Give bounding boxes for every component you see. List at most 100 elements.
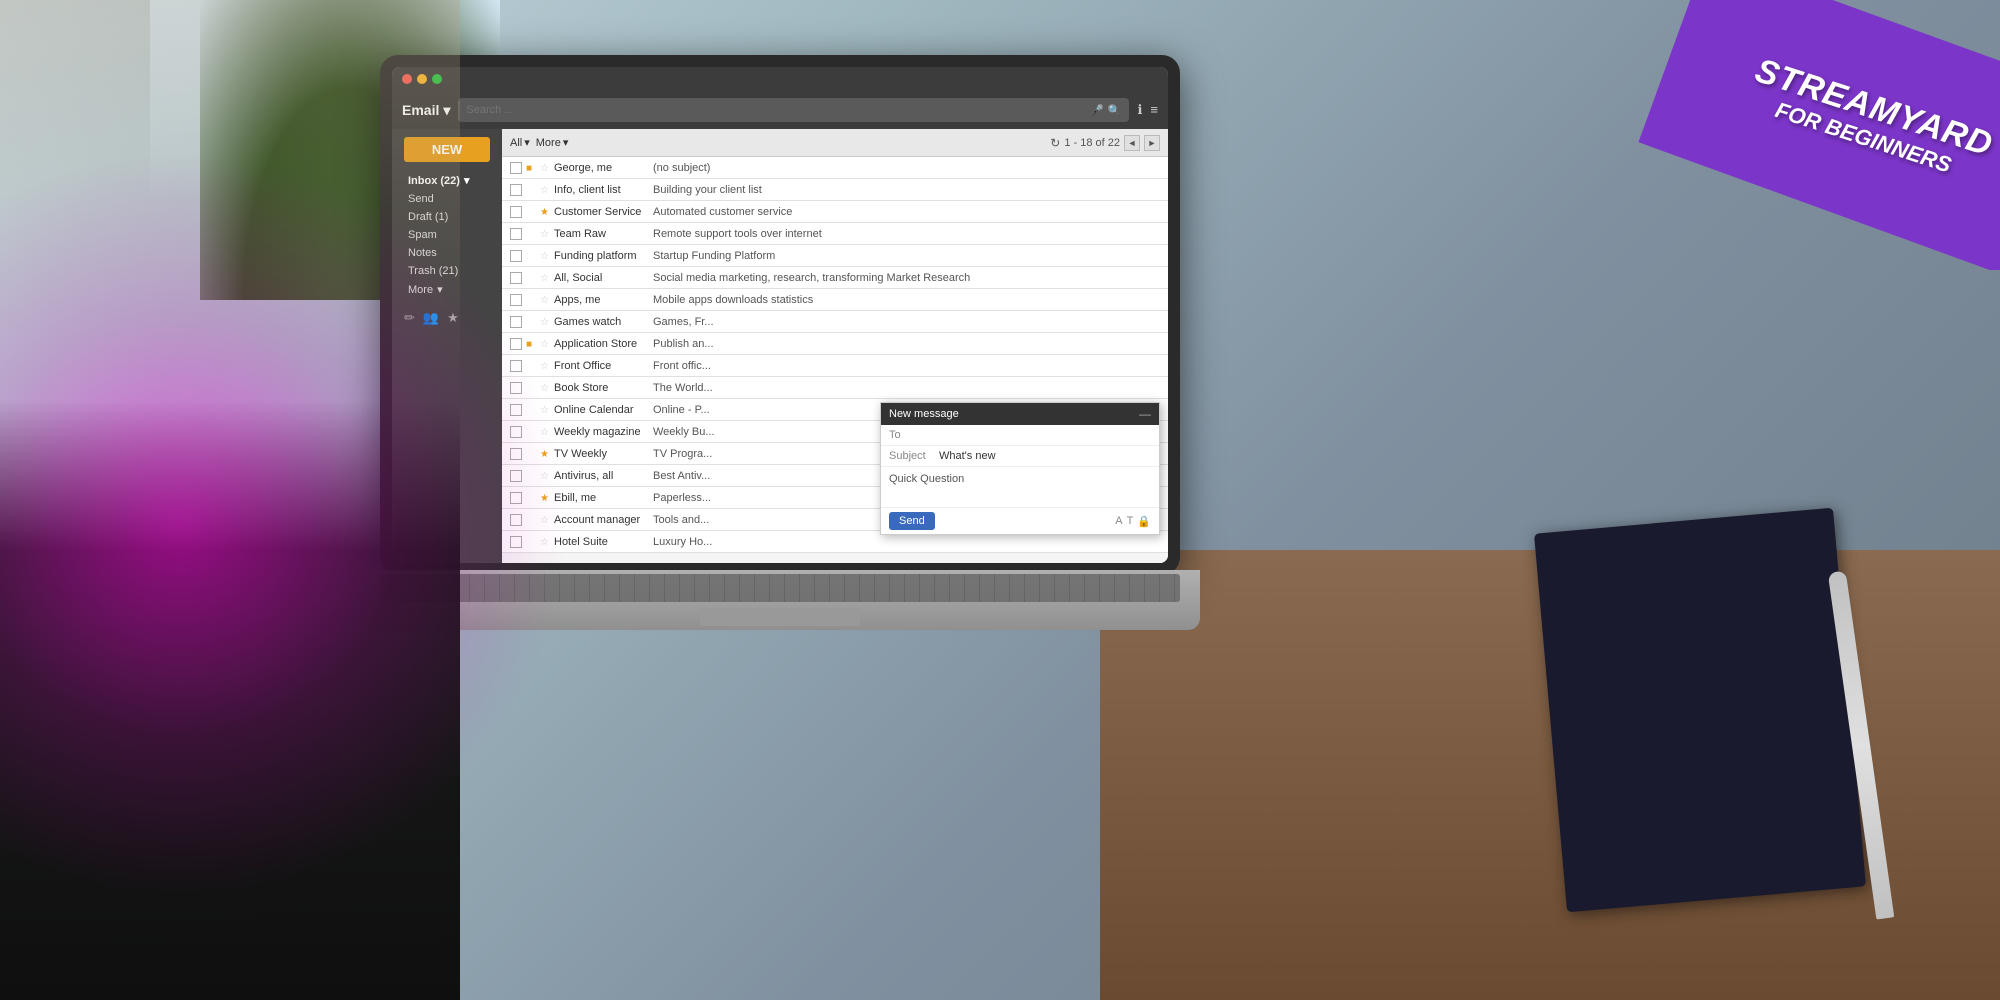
row-star[interactable]: ☆ (540, 537, 550, 547)
row-tag: ■ (526, 339, 536, 349)
row-checkbox[interactable] (510, 228, 522, 240)
row-tag: ■ (526, 515, 536, 525)
row-tag: ■ (526, 229, 536, 239)
table-row[interactable]: ■ ☆ Funding platform Startup Funding Pla… (502, 245, 1168, 267)
send-button[interactable]: Send (889, 512, 935, 530)
row-checkbox[interactable] (510, 338, 522, 350)
all-label: All (510, 137, 522, 149)
row-checkbox[interactable] (510, 250, 522, 262)
footer-icons: A T 🔒 (1115, 515, 1151, 528)
row-checkbox[interactable] (510, 536, 522, 548)
format-t-icon[interactable]: T (1127, 515, 1134, 528)
row-checkbox[interactable] (510, 294, 522, 306)
to-input[interactable] (939, 429, 1151, 441)
row-star[interactable]: ☆ (540, 317, 550, 327)
row-tag: ■ (526, 383, 536, 393)
popup-body[interactable]: Quick Question (881, 467, 1159, 507)
row-checkbox[interactable] (510, 316, 522, 328)
popup-title: New message (889, 408, 959, 420)
row-star[interactable]: ☆ (540, 273, 550, 283)
row-checkbox[interactable] (510, 272, 522, 284)
row-star[interactable]: ☆ (540, 339, 550, 349)
row-tag: ■ (526, 251, 536, 261)
table-row[interactable]: ■ ★ Customer Service Automated customer … (502, 201, 1168, 223)
table-row[interactable]: ■ ☆ Application Store Publish an... (502, 333, 1168, 355)
row-tag: ■ (526, 405, 536, 415)
row-tag: ■ (526, 471, 536, 481)
all-dropdown[interactable]: All ▾ (510, 136, 530, 149)
row-sender: Info, client list (554, 184, 649, 196)
search-bar[interactable]: 🎤 🔍 (458, 98, 1129, 122)
banner-container: STREAMYARD FOR BEGINNERS (1630, 0, 2000, 270)
row-star[interactable]: ★ (540, 493, 550, 503)
row-subject: Social media marketing, research, transf… (653, 272, 1160, 284)
popup-close-icon[interactable]: — (1139, 407, 1151, 421)
row-sender: Weekly magazine (554, 426, 649, 438)
table-row[interactable]: ■ ☆ George, me (no subject) (502, 157, 1168, 179)
row-checkbox[interactable] (510, 470, 522, 482)
more-dropdown[interactable]: More ▾ (536, 136, 569, 149)
refresh-icon[interactable]: ↻ (1050, 136, 1060, 150)
row-star[interactable]: ★ (540, 449, 550, 459)
row-sender: Apps, me (554, 294, 649, 306)
row-subject: Remote support tools over internet (653, 228, 1160, 240)
row-star[interactable]: ☆ (540, 427, 550, 437)
row-subject: Games, Fr... (653, 316, 1160, 328)
menu-icon[interactable]: ≡ (1150, 102, 1158, 118)
row-star[interactable]: ★ (540, 207, 550, 217)
popup-to-field[interactable]: To (881, 425, 1159, 446)
table-row[interactable]: ■ ☆ Info, client list Building your clie… (502, 179, 1168, 201)
format-a-icon[interactable]: A (1115, 515, 1122, 528)
prev-page-btn[interactable]: ◄ (1124, 135, 1140, 151)
row-star[interactable]: ☆ (540, 361, 550, 371)
row-tag: ■ (526, 295, 536, 305)
pagination-text: 1 - 18 of 22 (1064, 137, 1120, 149)
row-star[interactable]: ☆ (540, 229, 550, 239)
row-star[interactable]: ☆ (540, 295, 550, 305)
header-icons: ℹ ≡ (1137, 102, 1158, 118)
row-checkbox[interactable] (510, 426, 522, 438)
laptop: Email ▾ 🎤 🔍 ℹ ≡ (380, 55, 1180, 615)
row-star[interactable]: ☆ (540, 163, 550, 173)
laptop-screen: Email ▾ 🎤 🔍 ℹ ≡ (380, 55, 1180, 575)
row-star[interactable]: ☆ (540, 515, 550, 525)
row-checkbox[interactable] (510, 184, 522, 196)
row-checkbox[interactable] (510, 492, 522, 504)
row-sender: Account manager (554, 514, 649, 526)
row-tag: ■ (526, 273, 536, 283)
popup-subject-field[interactable]: Subject What's new (881, 446, 1159, 467)
next-page-btn[interactable]: ► (1144, 135, 1160, 151)
row-checkbox[interactable] (510, 162, 522, 174)
table-row[interactable]: ■ ☆ Apps, me Mobile apps downloads stati… (502, 289, 1168, 311)
row-checkbox[interactable] (510, 404, 522, 416)
row-checkbox[interactable] (510, 206, 522, 218)
table-row[interactable]: ■ ☆ Games watch Games, Fr... (502, 311, 1168, 333)
row-checkbox[interactable] (510, 382, 522, 394)
mic-icon[interactable]: 🎤 (1090, 104, 1104, 117)
trackpad[interactable] (700, 608, 860, 626)
table-row[interactable]: ■ ☆ Front Office Front offic... (502, 355, 1168, 377)
row-checkbox[interactable] (510, 360, 522, 372)
row-checkbox[interactable] (510, 448, 522, 460)
search-input[interactable] (466, 104, 1090, 116)
people-area (0, 0, 460, 1000)
table-row[interactable]: ■ ☆ Book Store The World... (502, 377, 1168, 399)
more-dropdown-arrow: ▾ (563, 136, 569, 149)
row-sender: All, Social (554, 272, 649, 284)
row-star[interactable]: ☆ (540, 383, 550, 393)
row-star[interactable]: ☆ (540, 185, 550, 195)
row-checkbox[interactable] (510, 514, 522, 526)
search-icon[interactable]: 🔍 (1108, 104, 1122, 117)
row-star[interactable]: ☆ (540, 471, 550, 481)
row-star[interactable]: ☆ (540, 405, 550, 415)
row-sender: Hotel Suite (554, 536, 649, 548)
table-row[interactable]: ■ ☆ All, Social Social media marketing, … (502, 267, 1168, 289)
row-tag: ■ (526, 361, 536, 371)
row-tag: ■ (526, 207, 536, 217)
row-subject: Mobile apps downloads statistics (653, 294, 1160, 306)
lock-icon[interactable]: 🔒 (1137, 515, 1151, 528)
table-row[interactable]: ■ ☆ Team Raw Remote support tools over i… (502, 223, 1168, 245)
laptop-keyboard (360, 570, 1200, 630)
row-star[interactable]: ☆ (540, 251, 550, 261)
info-icon[interactable]: ℹ (1137, 102, 1142, 118)
